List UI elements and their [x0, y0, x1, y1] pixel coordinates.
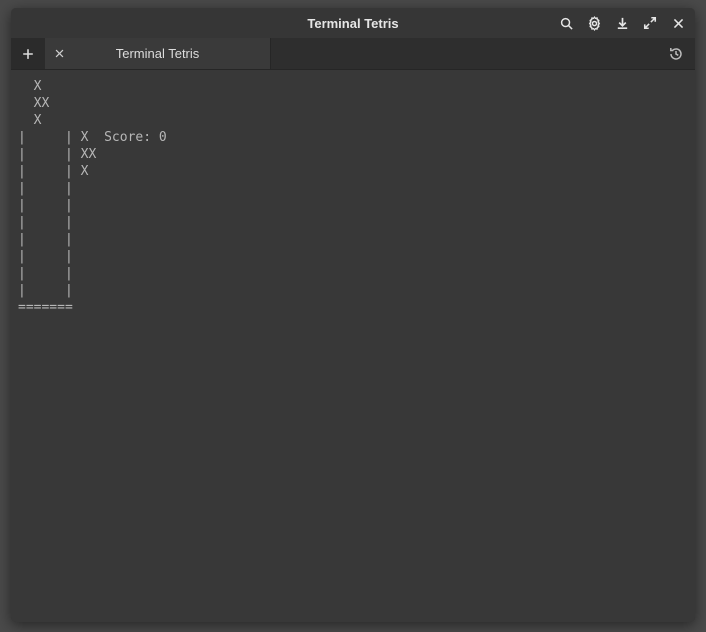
tab-close-icon[interactable]	[45, 48, 73, 59]
search-icon[interactable]	[553, 10, 579, 36]
titlebar[interactable]: Terminal Tetris	[11, 8, 695, 38]
download-icon[interactable]	[609, 10, 635, 36]
gear-icon[interactable]	[581, 10, 607, 36]
titlebar-controls	[553, 8, 691, 38]
terminal-window: Terminal Tetris	[11, 8, 695, 622]
terminal-output[interactable]: X XX X | | X Score: 0 | | XX | | X | | |…	[11, 70, 695, 622]
fullscreen-icon[interactable]	[637, 10, 663, 36]
tab-terminal-tetris[interactable]: Terminal Tetris	[45, 38, 271, 69]
tabbar: Terminal Tetris	[11, 38, 695, 70]
tab-label: Terminal Tetris	[73, 46, 270, 61]
history-icon[interactable]	[661, 38, 691, 70]
new-tab-button[interactable]	[11, 38, 45, 69]
close-icon[interactable]	[665, 10, 691, 36]
